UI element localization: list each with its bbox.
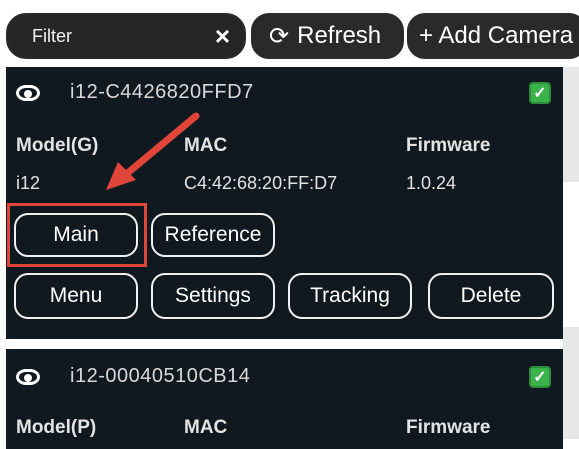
eye-icon[interactable] <box>16 84 40 101</box>
refresh-icon: ⟳ <box>269 22 290 50</box>
settings-button[interactable]: Settings <box>151 273 275 319</box>
menu-button[interactable]: Menu <box>14 273 138 319</box>
camera-name: i12-C4426820FFD7 <box>70 81 254 103</box>
eye-icon[interactable] <box>16 368 40 385</box>
filter-input[interactable]: Filter × <box>6 13 246 59</box>
firmware-header: Firmware <box>406 417 491 438</box>
filter-placeholder: Filter <box>32 25 72 46</box>
refresh-label: Refresh <box>297 22 382 49</box>
highlight-box <box>7 203 147 267</box>
scrollbar-thumb[interactable] <box>563 182 579 327</box>
camera-enabled-checkbox[interactable]: ✓ <box>529 82 551 104</box>
firmware-value: 1.0.24 <box>406 173 457 193</box>
model-header: Model(G) <box>16 135 99 156</box>
firmware-header: Firmware <box>406 135 491 156</box>
camera-enabled-checkbox[interactable]: ✓ <box>529 366 551 388</box>
add-camera-button[interactable]: + Add Camera <box>407 13 579 59</box>
mac-header: MAC <box>184 135 228 156</box>
model-header: Model(P) <box>16 417 97 438</box>
clear-icon[interactable]: × <box>215 21 230 52</box>
camera-name: i12-00040510CB14 <box>70 365 251 387</box>
camera-card: i12-00040510CB14 ✓ Model(P) MAC Firmware <box>6 349 563 449</box>
reference-button[interactable]: Reference <box>151 213 275 257</box>
tracking-button[interactable]: Tracking <box>288 273 412 319</box>
toolbar: Filter × ⟳ Refresh + Add Camera <box>0 0 579 63</box>
refresh-button[interactable]: ⟳ Refresh <box>251 13 404 59</box>
delete-button[interactable]: Delete <box>428 273 554 319</box>
camera-header: i12-C4426820FFD7 <box>16 81 254 104</box>
mac-header: MAC <box>184 417 228 438</box>
mac-value: C4:42:68:20:FF:D7 <box>184 173 338 193</box>
add-camera-label: + Add Camera <box>419 22 574 49</box>
camera-header: i12-00040510CB14 <box>16 365 250 388</box>
model-value: i12 <box>16 173 41 193</box>
